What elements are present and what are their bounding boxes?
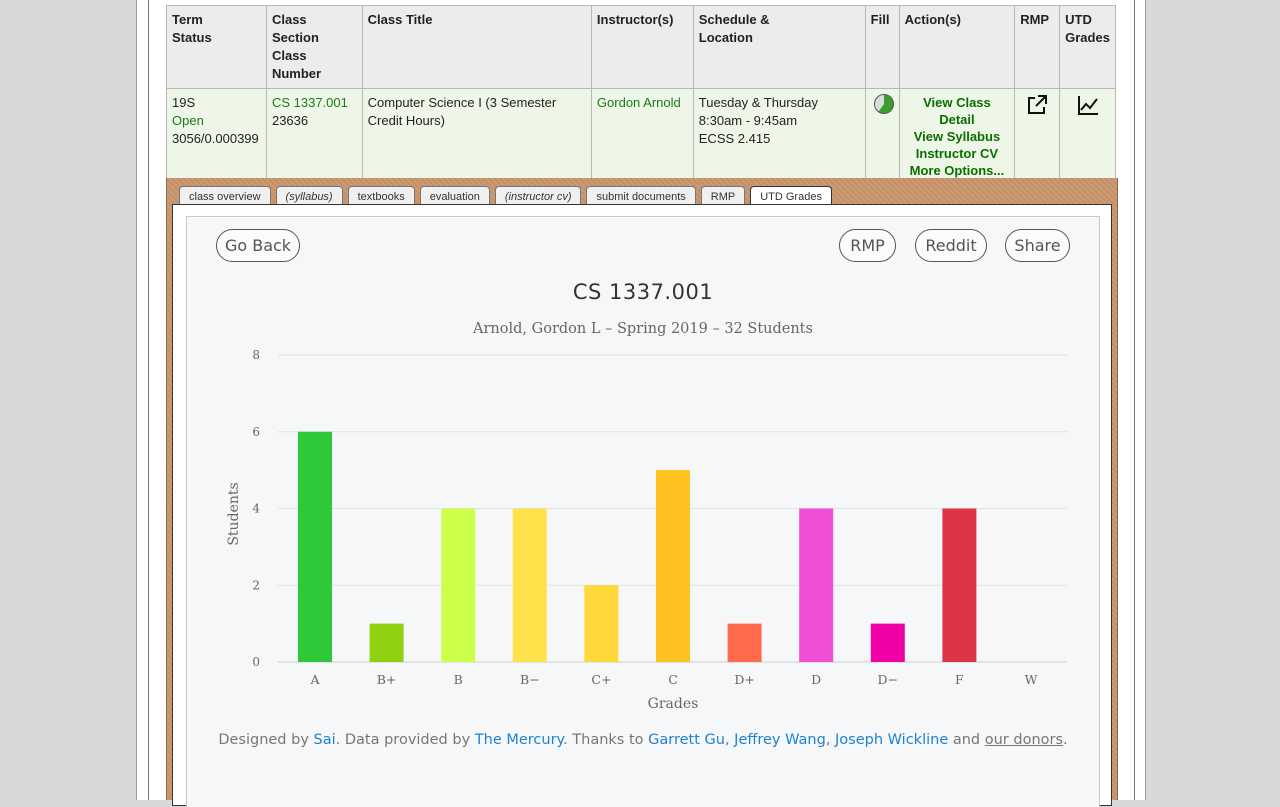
header-schedule-location: Schedule & Location xyxy=(692,5,866,89)
garrett-gu-link[interactable]: Garrett Gu xyxy=(648,732,725,748)
header-class-section: Class Section Class Number xyxy=(265,5,363,89)
tab-rmp[interactable]: RMP xyxy=(700,186,746,205)
x-tick-label: C+ xyxy=(591,672,611,687)
bar-4[interactable] xyxy=(512,508,547,663)
x-tick-label: W xyxy=(1025,672,1038,687)
cell-class-section: CS 1337.001 23636 xyxy=(265,88,363,185)
term-code: 19S xyxy=(172,95,196,110)
bar-1[interactable] xyxy=(298,431,332,662)
x-tick-label: B xyxy=(454,672,463,687)
content-frame: Term Status Class Section Class Number C… xyxy=(148,0,1135,807)
page: Term Status Class Section Class Number C… xyxy=(136,0,1146,807)
cell-class-title: Computer Science I (3 Semester Credit Ho… xyxy=(361,88,592,185)
tab-class-overview[interactable]: class overview xyxy=(179,186,271,205)
details-panel-background: class overview (syllabus) textbooks eval… xyxy=(166,178,1118,807)
y-axis-ticks: 0 2 4 6 8 xyxy=(252,348,260,669)
header-term-status: Term Status xyxy=(166,5,267,89)
view-class-detail-link[interactable]: View Class Detail xyxy=(905,94,1010,128)
credits-footer: Designed by Sai. Data provided by The Me… xyxy=(218,732,1068,748)
donors-link[interactable]: our donors xyxy=(985,732,1063,748)
joseph-wickline-link[interactable]: Joseph Wickline xyxy=(835,732,948,748)
header-fill: Fill xyxy=(864,5,900,89)
x-tick-label: A xyxy=(309,672,320,687)
tab-evaluation[interactable]: evaluation xyxy=(419,186,490,205)
header-rmp: RMP xyxy=(1014,5,1061,89)
tab-syllabus[interactable]: (syllabus) xyxy=(275,186,343,205)
cell-term-status: 19S Open 3056/0.000399 xyxy=(166,88,267,185)
x-tick-label: D− xyxy=(878,672,899,687)
bar-6[interactable] xyxy=(656,470,690,662)
cell-utd-grades xyxy=(1059,88,1116,185)
status-open: Open xyxy=(172,113,204,128)
tab-instructor-cv[interactable]: (instructor cv) xyxy=(494,186,582,205)
more-options-link[interactable]: More Options... xyxy=(905,162,1010,179)
x-axis-label: Grades xyxy=(648,696,699,712)
tab-submit-documents[interactable]: submit documents xyxy=(586,186,696,205)
tab-textbooks[interactable]: textbooks xyxy=(347,186,415,205)
table-row: 19S Open 3056/0.000399 CS 1337.001 23636… xyxy=(166,88,1116,185)
bar-5[interactable] xyxy=(584,585,619,662)
bar-8[interactable] xyxy=(799,508,834,663)
instructor-link[interactable]: Gordon Arnold xyxy=(597,95,681,110)
x-tick-label: B− xyxy=(520,672,540,687)
bar-2[interactable] xyxy=(369,623,404,662)
cell-actions: View Class Detail View Syllabus Instruct… xyxy=(898,88,1016,185)
cell-schedule: Tuesday & Thursday 8:30am - 9:45am ECSS … xyxy=(692,88,866,185)
table-header-row: Term Status Class Section Class Number C… xyxy=(166,5,1116,89)
external-link-icon[interactable] xyxy=(1026,94,1048,116)
y-axis-label: Students xyxy=(226,482,242,545)
jeffrey-wang-link[interactable]: Jeffrey Wang xyxy=(734,732,826,748)
x-tick-label: F xyxy=(955,672,964,687)
instructor-cv-link[interactable]: Instructor CV xyxy=(905,145,1010,162)
class-section-link[interactable]: CS 1337.001 xyxy=(272,94,357,112)
x-tick-label: D xyxy=(811,672,821,687)
mercury-link[interactable]: The Mercury xyxy=(475,732,563,748)
header-class-title: Class Title xyxy=(361,5,592,89)
class-results-table: Term Status Class Section Class Number C… xyxy=(166,5,1116,185)
bar-10[interactable] xyxy=(942,508,977,663)
header-utd-grades: UTD Grades xyxy=(1059,5,1116,89)
schedule-time: 8:30am - 9:45am xyxy=(698,113,798,128)
bar-3[interactable] xyxy=(441,508,476,663)
view-syllabus-link[interactable]: View Syllabus xyxy=(905,128,1010,145)
schedule-location: ECSS 2.415 xyxy=(698,131,771,146)
schedule-days: Tuesday & Thursday xyxy=(698,95,818,110)
tab-utd-grades[interactable]: UTD Grades xyxy=(750,186,832,205)
term-number: 3056/0.000399 xyxy=(172,131,259,146)
grades-bar-chart: CS 1337.001 Arnold, Gordon L – Spring 20… xyxy=(226,280,1067,712)
class-number: 23636 xyxy=(271,113,309,128)
chart-bars xyxy=(298,431,977,663)
tab-bar: class overview (syllabus) textbooks eval… xyxy=(179,186,832,205)
tab-panel: Go Back RMP Reddit Share CS 1337.001 Arn… xyxy=(172,204,1112,807)
cell-rmp xyxy=(1014,88,1061,185)
x-axis-ticks: A B+ B B− C+ C D+ D D− F W xyxy=(309,672,1037,687)
y-tick-label: 8 xyxy=(252,348,260,362)
x-tick-label: C xyxy=(668,672,678,687)
y-tick-label: 2 xyxy=(252,578,260,592)
grades-card: Go Back RMP Reddit Share CS 1337.001 Arn… xyxy=(186,216,1100,807)
header-actions: Action(s) xyxy=(898,5,1016,89)
y-tick-label: 0 xyxy=(252,655,260,669)
chart-title: CS 1337.001 xyxy=(573,280,713,304)
bar-9[interactable] xyxy=(870,623,905,662)
x-tick-label: B+ xyxy=(377,672,397,687)
y-tick-label: 6 xyxy=(252,425,260,439)
y-tick-label: 4 xyxy=(252,502,260,516)
cell-instructor: Gordon Arnold xyxy=(590,88,694,185)
cell-fill xyxy=(864,88,900,185)
sai-link[interactable]: Sai xyxy=(314,732,336,748)
chart-subtitle: Arnold, Gordon L – Spring 2019 – 32 Stud… xyxy=(472,321,813,337)
bar-7[interactable] xyxy=(727,623,762,662)
fill-pie-icon xyxy=(873,94,894,114)
header-instructors: Instructor(s) xyxy=(590,5,694,89)
line-chart-icon[interactable] xyxy=(1077,94,1099,116)
x-tick-label: D+ xyxy=(734,672,755,687)
